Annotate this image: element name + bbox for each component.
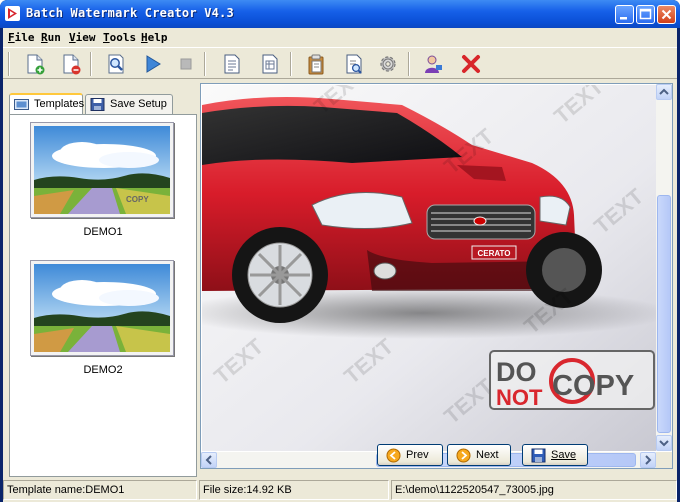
next-button[interactable]: Next [447, 444, 511, 466]
status-file-path: E:\demo\1122520547_73005.jpg [391, 480, 677, 500]
maximize-button[interactable] [636, 5, 655, 24]
vertical-scrollbar[interactable] [656, 84, 672, 451]
panel-tabs: Templates Save Setup [9, 93, 197, 115]
toolbar-separator [204, 52, 206, 76]
toolbar-separator [408, 52, 410, 76]
thumbnail-watermark-word: COPY [126, 195, 149, 204]
template-label-demo2: DEMO2 [83, 364, 123, 376]
tab-save-setup[interactable]: Save Setup [85, 94, 173, 114]
menu-view[interactable]: View [69, 31, 96, 44]
user-icon[interactable] [421, 52, 445, 76]
close-button[interactable] [657, 5, 676, 24]
next-arrow-icon [456, 448, 471, 463]
save-button[interactable]: Save [522, 444, 588, 466]
clipboard-icon[interactable] [304, 52, 328, 76]
vertical-scroll-thumb[interactable] [657, 195, 671, 433]
tab-templates[interactable]: Templates [9, 93, 85, 115]
preview-viewer: CERATO TEXT TEXT TEXT TEXT TEXT TEXT TEX… [200, 83, 673, 469]
menu-bar: File Run View Tools Help [3, 28, 677, 46]
preview-icon[interactable] [104, 52, 128, 76]
text-document-icon[interactable] [220, 52, 244, 76]
logo-copy-text: COPY [552, 370, 634, 402]
window-title: Batch Watermark Creator V4.3 [26, 6, 234, 20]
menu-help[interactable]: Help [141, 31, 168, 44]
add-file-icon[interactable] [23, 52, 47, 76]
run-icon[interactable] [140, 52, 164, 76]
tab-save-setup-label: Save Setup [110, 98, 167, 110]
document-list-icon[interactable] [258, 52, 282, 76]
license-plate-text: CERATO [477, 249, 510, 258]
template-label-demo1: DEMO1 [83, 226, 123, 238]
toolbar-separator [90, 52, 92, 76]
prev-button-label: Prev [406, 449, 429, 461]
template-list: COPY DEMO1 DEMO2 [9, 114, 197, 477]
minimize-button[interactable] [615, 5, 634, 24]
client-area: File Run View Tools Help Templates Save … [3, 28, 677, 502]
save-disk-icon [531, 448, 546, 463]
stop-icon[interactable] [174, 52, 198, 76]
toolbar-separator [290, 52, 292, 76]
status-bar: Template name:DEMO1 File size:14.92 KB E… [3, 480, 677, 500]
menu-file[interactable]: File [8, 31, 35, 44]
menu-run[interactable]: Run [41, 31, 61, 44]
status-template-name: Template name:DEMO1 [3, 480, 197, 500]
template-thumbnail-demo1[interactable]: COPY [30, 122, 174, 218]
delete-icon[interactable] [459, 52, 483, 76]
title-bar[interactable]: Batch Watermark Creator V4.3 [0, 0, 680, 28]
preview-image: CERATO TEXT TEXT TEXT TEXT TEXT TEXT TEX… [202, 85, 656, 451]
prev-button[interactable]: Prev [377, 444, 443, 466]
logo-do-text: DO [496, 357, 537, 387]
prev-arrow-icon [386, 448, 401, 463]
app-window: Batch Watermark Creator V4.3 File Run Vi… [0, 0, 680, 502]
toolbar [3, 47, 677, 79]
scroll-up-arrow-icon[interactable] [656, 84, 672, 100]
tab-templates-label: Templates [34, 98, 85, 110]
next-button-label: Next [476, 449, 499, 461]
template-panel: Templates Save Setup COPY DEMO1 DEMO2 [5, 83, 197, 477]
logo-not-text: NOT [496, 385, 543, 410]
save-button-label: Save [551, 449, 577, 461]
settings-icon[interactable] [376, 52, 400, 76]
remove-file-icon[interactable] [59, 52, 83, 76]
toolbar-separator [8, 52, 10, 76]
edit-document-icon[interactable] [342, 52, 366, 76]
status-file-size: File size:14.92 KB [199, 480, 389, 500]
templates-tab-icon [14, 98, 29, 111]
save-setup-tab-icon [90, 98, 105, 111]
do-not-copy-logo: DO NOT COPY [489, 350, 655, 410]
app-logo-icon [5, 6, 20, 21]
template-thumbnail-demo2[interactable] [30, 260, 174, 356]
navigation-buttons: Prev Next Save [200, 442, 673, 468]
menu-tools[interactable]: Tools [103, 31, 136, 44]
